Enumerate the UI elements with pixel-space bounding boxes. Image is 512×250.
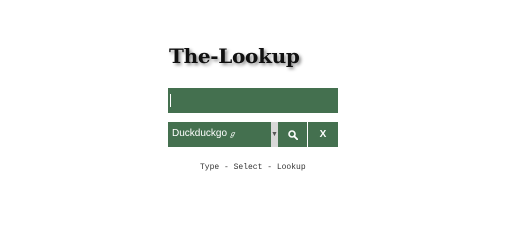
app-title: The-Lookup [169, 44, 300, 68]
search-icon [288, 130, 298, 140]
search-controls: Duckduckgo ℊ ▼ X [168, 122, 338, 147]
engine-select-value: Duckduckgo [172, 128, 228, 139]
engine-select-label: Duckduckgo ℊ [172, 128, 236, 139]
lookup-button[interactable] [278, 122, 307, 147]
clear-button[interactable]: X [308, 122, 338, 147]
instructions-text: Type - Select - Lookup [200, 163, 306, 172]
engine-badge: ℊ [229, 131, 237, 138]
search-input[interactable] [168, 88, 338, 113]
chevron-down-icon[interactable]: ▼ [271, 122, 278, 147]
engine-select[interactable]: Duckduckgo ℊ [168, 122, 271, 147]
text-caret [170, 94, 171, 107]
